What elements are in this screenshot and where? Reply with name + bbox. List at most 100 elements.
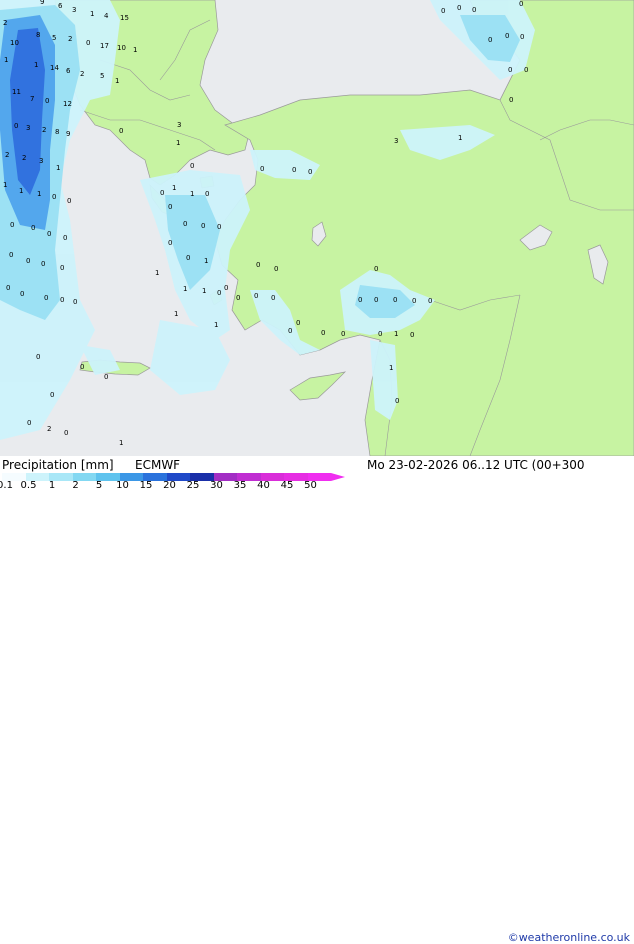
precip-value-label: 0: [374, 265, 378, 273]
copyright-link[interactable]: ©weatheronline.co.uk: [508, 931, 630, 944]
precip-value-label: 0: [412, 297, 416, 305]
precip-value-label: 3: [72, 6, 76, 14]
precip-value-label: 1: [119, 439, 123, 447]
precip-value-label: 3: [394, 137, 398, 145]
precip-value-label: 0: [260, 165, 264, 173]
precip-value-label: 0: [80, 363, 84, 371]
precip-value-label: 9: [40, 0, 44, 6]
scale-tick-label: 5: [95, 480, 103, 491]
precip-value-label: 1: [204, 257, 208, 265]
precip-value-label: 0: [378, 330, 382, 338]
precip-value-label: 1: [19, 187, 23, 195]
precip-value-label: 0: [472, 6, 476, 14]
precip-value-label: 0: [190, 162, 194, 170]
precip-value-label: 1: [394, 330, 398, 338]
precip-value-label: 0: [63, 234, 67, 242]
precip-value-label: 1: [4, 56, 8, 64]
precip-value-label: 1: [190, 190, 194, 198]
precip-value-label: 0: [217, 289, 221, 297]
precip-value-label: 0: [44, 294, 48, 302]
precip-value-label: 2: [22, 154, 26, 162]
precip-value-label: 6: [58, 2, 63, 10]
precip-value-label: 10: [117, 44, 126, 52]
precip-value-label: 0: [60, 264, 64, 272]
scale-tick-label: 0.5: [20, 480, 37, 491]
precip-value-label: 1: [3, 181, 7, 189]
precip-value-label: 1: [155, 269, 159, 277]
precip-value-label: 1: [172, 184, 176, 192]
precip-value-label: 0: [296, 319, 300, 327]
precip-value-label: 3: [177, 121, 181, 129]
precip-value-label: 0: [288, 327, 292, 335]
precip-value-label: 0: [341, 330, 345, 338]
precip-value-label: 1: [458, 134, 462, 142]
precip-value-label: 0: [73, 298, 77, 306]
precip-value-label: 0: [224, 284, 228, 292]
scale-tick-label: 1: [48, 480, 56, 491]
precip-value-label: 1: [183, 285, 187, 293]
precip-value-label: 0: [60, 296, 64, 304]
precip-value-label: 0: [520, 33, 524, 41]
precip-value-label: 1: [202, 287, 206, 295]
precip-value-label: 8: [36, 31, 40, 39]
precip-value-label: 1: [90, 10, 94, 18]
precip-value-label: 1: [133, 46, 137, 54]
precip-value-label: 0: [36, 353, 40, 361]
precip-value-label: 0: [256, 261, 260, 269]
precip-value-label: 0: [488, 36, 492, 44]
precip-value-label: 0: [374, 296, 378, 304]
precip-value-label: 0: [201, 222, 205, 230]
precip-value-label: 0: [52, 193, 56, 201]
precip-value-label: 0: [393, 296, 397, 304]
precip-value-label: 11: [12, 88, 21, 96]
precip-value-label: 0: [10, 221, 14, 229]
precip-value-label: 0: [50, 391, 54, 399]
precip-value-label: 15: [120, 14, 129, 22]
precip-value-label: 0: [119, 127, 123, 135]
precip-value-label: 2: [68, 35, 72, 43]
precip-value-label: 0: [524, 66, 528, 74]
precip-value-label: 0: [20, 290, 24, 298]
valid-datetime: Mo 23-02-2026 06..12 UTC (00+300: [367, 458, 585, 472]
precip-value-label: 2: [42, 126, 46, 134]
precip-value-label: 2: [47, 425, 51, 433]
precip-value-label: 0: [441, 7, 445, 15]
precip-value-label: 1: [56, 164, 60, 172]
precip-value-label: 1: [37, 190, 41, 198]
scale-tick-label: 2: [72, 480, 79, 491]
precip-value-label: 0: [64, 429, 68, 437]
precip-value-label: 0: [45, 97, 49, 105]
precip-value-label: 1: [115, 77, 119, 85]
scale-tick-label: 40: [257, 480, 270, 491]
precip-value-label: 0: [104, 373, 108, 381]
precip-value-label: 0: [186, 254, 190, 262]
precip-value-label: 1: [389, 364, 393, 372]
scale-tick-label: 0.1: [0, 480, 13, 491]
precip-value-label: 0: [509, 96, 513, 104]
scale-tick-label: 35: [233, 480, 247, 491]
precip-value-label: 4: [104, 12, 109, 20]
scale-tick-label: 50: [304, 480, 317, 491]
precip-value-label: 0: [395, 397, 399, 405]
precip-value-label: 0: [205, 190, 209, 198]
precip-value-label: 0: [508, 66, 512, 74]
precip-value-label: 1: [34, 61, 38, 69]
precip-value-label: 0: [428, 297, 432, 305]
precip-value-label: 8: [55, 128, 59, 136]
precip-value-label: 0: [183, 220, 187, 228]
precip-value-label: 0: [26, 257, 30, 265]
precip-value-label: 1: [174, 310, 178, 318]
model-name: ECMWF: [135, 458, 181, 472]
precip-value-label: 9: [66, 130, 70, 138]
legend-title: Precipitation [mm]: [2, 458, 114, 472]
precip-value-label: 0: [86, 39, 90, 47]
precip-value-label: 0: [168, 203, 172, 211]
scale-arrow: [331, 473, 345, 481]
precip-value-label: 0: [14, 122, 18, 130]
precip-value-label: 5: [100, 72, 104, 80]
precip-value-label: 7: [30, 95, 34, 103]
precip-value-label: 0: [308, 168, 312, 176]
precip-value-label: 5: [52, 34, 56, 42]
precip-value-label: 0: [410, 331, 414, 339]
precip-value-label: 2: [3, 19, 7, 27]
